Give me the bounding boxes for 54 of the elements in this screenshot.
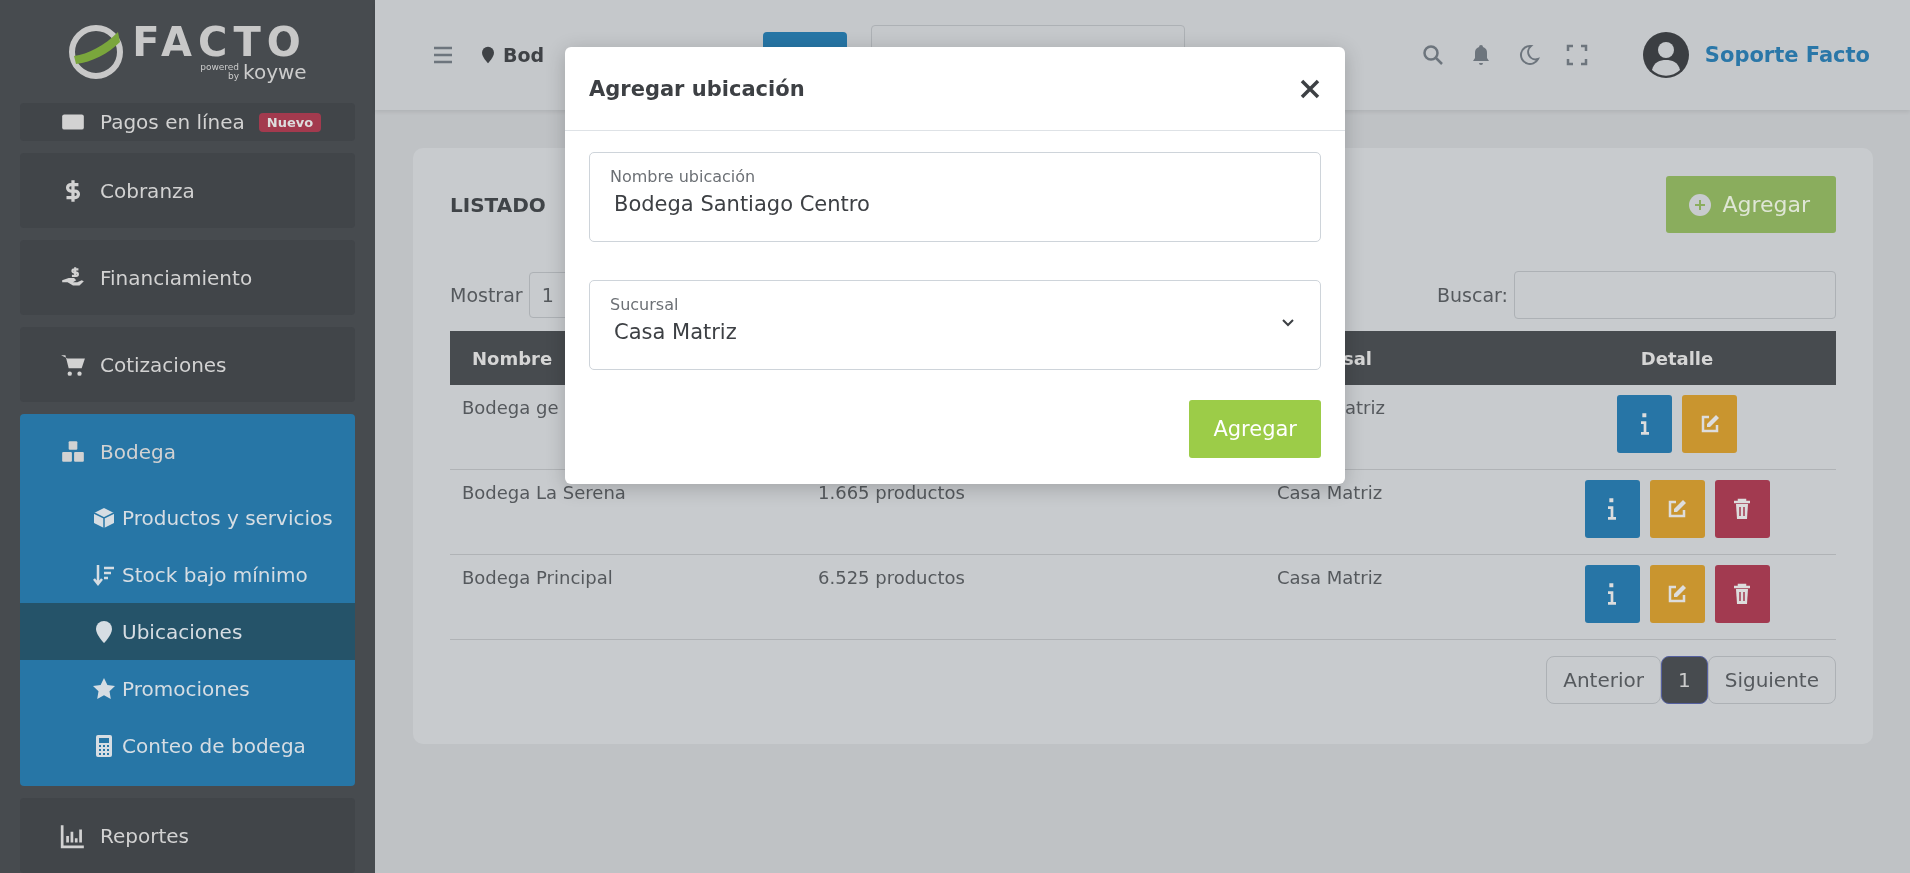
- column-header[interactable]: Detalle: [1520, 347, 1834, 369]
- delete-button[interactable]: [1714, 565, 1770, 623]
- info-button[interactable]: [1584, 480, 1640, 538]
- list-title: LISTADO: [450, 192, 546, 217]
- sort-icon: [92, 562, 116, 587]
- delete-button[interactable]: [1714, 480, 1770, 538]
- cubes-icon: [60, 438, 86, 465]
- box-icon: [92, 505, 116, 530]
- location-label[interactable]: Bod: [503, 44, 545, 66]
- submenu-item[interactable]: Promociones: [20, 660, 355, 717]
- sidebar-item[interactable]: Cotizaciones: [20, 327, 355, 402]
- search-field[interactable]: [1514, 271, 1836, 319]
- search-icon[interactable]: [1420, 43, 1445, 67]
- table-cell-text: 6.525 productos: [817, 566, 966, 590]
- avatar-icon[interactable]: [1642, 32, 1689, 78]
- info-icon: [1640, 413, 1649, 435]
- sidebar-item[interactable]: Pagos en línea Nuevo: [20, 103, 355, 141]
- show-label: Mostrar: [450, 284, 523, 306]
- info-icon: [1608, 583, 1616, 605]
- next-button[interactable]: Siguiente: [1707, 656, 1836, 704]
- table-cell-text: 1.665 productos: [817, 481, 966, 505]
- submenu-item[interactable]: Stock bajo mínimo: [20, 546, 355, 603]
- name-field[interactable]: Nombre ubicación Bodega Santiago Centro: [589, 152, 1321, 242]
- table-cell-text: Casa Matriz: [1276, 481, 1384, 505]
- close-button[interactable]: [1299, 77, 1321, 100]
- submenu-item[interactable]: Ubicaciones: [20, 603, 355, 660]
- modal-title: Agregar ubicación: [589, 76, 805, 101]
- fullscreen-icon[interactable]: [1564, 43, 1589, 67]
- sidebar-item[interactable]: Financiamiento: [20, 240, 355, 315]
- star-icon: [92, 676, 116, 701]
- edit-button[interactable]: [1649, 480, 1705, 538]
- edit-button[interactable]: [1649, 565, 1705, 623]
- info-button[interactable]: [1617, 395, 1672, 453]
- field-label: Sucursal: [610, 295, 680, 314]
- submenu-item[interactable]: Productos y servicios: [20, 489, 355, 546]
- chart-icon: [60, 822, 86, 849]
- new-badge: Nuevo: [258, 112, 322, 132]
- info-button[interactable]: [1584, 565, 1640, 623]
- sidebar-item[interactable]: Reportes: [20, 798, 355, 873]
- submenu-item[interactable]: Conteo de bodega: [20, 717, 355, 774]
- branch-select[interactable]: Sucursal Casa Matriz: [589, 280, 1321, 370]
- sidebar-item[interactable]: Bodega: [20, 414, 355, 489]
- table-cell-text: Bodega La Serena: [461, 481, 627, 505]
- previous-button[interactable]: Anterior: [1546, 656, 1661, 704]
- table-cell-text: Casa Matriz: [1276, 566, 1384, 590]
- table-cell-text: Bodega Principal: [461, 566, 614, 590]
- sidebar-item[interactable]: Cobranza: [20, 153, 355, 228]
- edit-button[interactable]: [1682, 395, 1737, 453]
- page-button[interactable]: 1: [1660, 656, 1708, 704]
- info-icon: [1608, 498, 1616, 520]
- search-label: Buscar:: [1437, 284, 1508, 306]
- table-cell-text: Bodega ge: [461, 396, 560, 420]
- plus-circle-icon: [1688, 192, 1713, 217]
- field-label: Nombre ubicación: [610, 167, 757, 186]
